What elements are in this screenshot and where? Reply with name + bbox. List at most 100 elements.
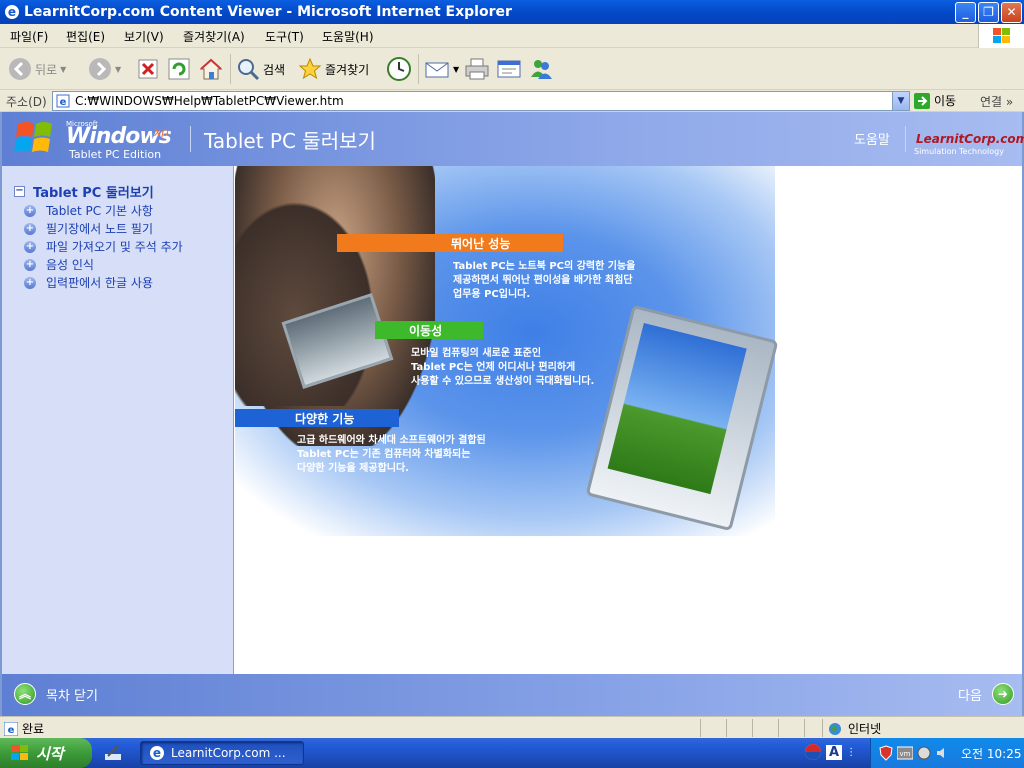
windows-flag-icon bbox=[978, 24, 1024, 48]
taskbar-button-ie[interactable]: e LearnitCorp.com ... bbox=[140, 741, 304, 765]
favorites-button[interactable]: 즐겨찾기 bbox=[298, 54, 369, 84]
toc-item-label: 입력판에서 한글 사용 bbox=[46, 276, 153, 290]
search-icon bbox=[238, 59, 260, 81]
home-icon bbox=[199, 58, 223, 80]
back-arrow-icon bbox=[9, 58, 31, 80]
toc-root-item[interactable]: − Tablet PC 둘러보기 bbox=[14, 182, 154, 201]
next-button[interactable]: 다음 ➜ bbox=[958, 683, 1014, 705]
edition-label: Tablet PC Edition bbox=[69, 148, 162, 161]
messenger-button[interactable] bbox=[528, 54, 554, 84]
expand-icon: + bbox=[24, 240, 36, 253]
desc-line: 다양한 기능을 제공합니다. bbox=[297, 463, 409, 474]
forward-button[interactable]: ▼ bbox=[88, 54, 121, 84]
menu-help[interactable]: 도움말(H) bbox=[322, 28, 374, 45]
clock: 오전 10:25 bbox=[961, 746, 1022, 761]
desc-line: 모바일 컴퓨팅의 새로운 표준인 bbox=[411, 348, 542, 359]
svg-text:e: e bbox=[60, 97, 67, 108]
toc-item-basics[interactable]: + Tablet PC 기본 사항 bbox=[24, 202, 153, 219]
forward-dropdown-icon[interactable]: ▼ bbox=[115, 65, 121, 74]
print-button[interactable] bbox=[464, 54, 490, 84]
right-arrow-icon: ➜ bbox=[991, 683, 1014, 705]
page-done-icon: e bbox=[4, 721, 18, 736]
quick-launch-pen-icon[interactable] bbox=[104, 744, 122, 762]
history-button[interactable] bbox=[386, 54, 412, 84]
expand-icon: + bbox=[24, 204, 36, 217]
taskbar: 시작 e LearnitCorp.com ... A ⋮ vm 오전 10:25 bbox=[0, 738, 1024, 768]
favorites-label: 즐겨찾기 bbox=[325, 62, 370, 77]
globe-icon bbox=[829, 722, 841, 735]
start-label: 시작 bbox=[36, 744, 64, 763]
close-button[interactable]: ✕ bbox=[1001, 2, 1022, 23]
feature-desc-features: 고급 하드웨어와 차세대 소프트웨어가 결합된 Tablet PC는 기존 컴퓨… bbox=[297, 434, 486, 476]
mail-icon bbox=[425, 62, 449, 78]
windows-xp-logo: Microsoft Windows xp Tablet PC Edition bbox=[14, 116, 174, 162]
zone-text: 인터넷 bbox=[848, 722, 882, 736]
mail-button[interactable]: ▼ bbox=[424, 54, 459, 84]
minimize-button[interactable]: _ bbox=[955, 2, 976, 23]
feature-desc-mobility: 모바일 컴퓨팅의 새로운 표준인 Tablet PC는 언제 어디서나 편리하게… bbox=[411, 347, 594, 389]
links-more-icon: » bbox=[1005, 95, 1014, 109]
star-icon bbox=[298, 57, 322, 80]
toc-item-import[interactable]: + 파일 가져오기 및 주석 추가 bbox=[24, 238, 183, 255]
search-button[interactable]: 검색 bbox=[236, 54, 285, 84]
windows-flag-logo-icon bbox=[14, 122, 52, 152]
menu-file[interactable]: 파일(F) bbox=[10, 28, 48, 45]
collapse-icon[interactable]: − bbox=[14, 186, 25, 197]
toc-item-label: Tablet PC 기본 사항 bbox=[46, 204, 153, 218]
go-button[interactable]: 이동 bbox=[914, 92, 956, 109]
desc-line: 제공하면서 뛰어난 편이성을 배가한 최첨단 bbox=[453, 275, 633, 286]
page-icon: e bbox=[56, 94, 70, 108]
back-dropdown-icon[interactable]: ▼ bbox=[60, 65, 66, 74]
links-button[interactable]: 연결 » bbox=[980, 93, 1013, 110]
ime-bar: A ⋮ bbox=[804, 743, 856, 761]
speaker-icon[interactable] bbox=[935, 746, 949, 760]
refresh-icon bbox=[168, 58, 190, 80]
network-icon[interactable] bbox=[917, 746, 931, 760]
back-button[interactable]: 뒤로 ▼ bbox=[8, 54, 66, 84]
toc-item-input-panel[interactable]: + 입력판에서 한글 사용 bbox=[24, 274, 153, 291]
menu-view[interactable]: 보기(V) bbox=[124, 28, 164, 45]
tablet-pc-image bbox=[585, 304, 779, 532]
ime-mode[interactable]: A bbox=[826, 744, 843, 760]
address-input[interactable]: e C:₩WINDOWS₩Help₩TabletPC₩Viewer.htm ▼ bbox=[52, 91, 910, 111]
stop-button[interactable] bbox=[138, 54, 158, 84]
header-divider bbox=[190, 126, 191, 152]
status-bar: e 완료 인터넷 bbox=[0, 716, 1024, 738]
system-tray: vm 오전 10:25 bbox=[870, 738, 1024, 768]
taskbar-button-label: LearnitCorp.com ... bbox=[171, 746, 286, 760]
viewer-footer: ︽ 목차 닫기 다음 ➜ bbox=[2, 674, 1022, 716]
viewer-header: Microsoft Windows xp Tablet PC Edition T… bbox=[2, 112, 1024, 166]
vmware-icon[interactable]: vm bbox=[897, 746, 913, 760]
mail-dropdown-icon[interactable]: ▼ bbox=[453, 65, 459, 74]
restore-button[interactable]: ❐ bbox=[978, 2, 999, 23]
edit-button[interactable] bbox=[496, 54, 522, 84]
menu-tools[interactable]: 도구(T) bbox=[265, 28, 304, 45]
svg-text:e: e bbox=[153, 746, 161, 760]
close-toc-button[interactable]: ︽ 목차 닫기 bbox=[14, 683, 98, 705]
header-divider bbox=[905, 126, 906, 152]
svg-text:vm: vm bbox=[900, 750, 911, 758]
expand-icon: + bbox=[24, 276, 36, 289]
expand-icon: + bbox=[24, 222, 36, 235]
toc-item-speech[interactable]: + 음성 인식 bbox=[24, 256, 94, 273]
toc-item-label: 파일 가져오기 및 주석 추가 bbox=[46, 240, 183, 254]
feature-banner-mobility: 이동성 bbox=[375, 321, 483, 339]
svg-text:e: e bbox=[8, 5, 16, 19]
edit-page-icon bbox=[497, 60, 521, 78]
xp-label: xp bbox=[154, 125, 169, 139]
toolbar: 뒤로 ▼ ▼ 검색 즐겨찾기 ▼ bbox=[0, 48, 1024, 90]
address-dropdown-icon[interactable]: ▼ bbox=[892, 92, 909, 110]
desc-line: 업무용 PC입니다. bbox=[453, 289, 531, 300]
korean-ime-icon[interactable] bbox=[804, 743, 822, 761]
security-shield-icon[interactable] bbox=[879, 745, 893, 761]
svg-text:e: e bbox=[8, 725, 15, 736]
menu-edit[interactable]: 편집(E) bbox=[66, 28, 105, 45]
toc-sidebar: − Tablet PC 둘러보기 + Tablet PC 기본 사항 + 필기장… bbox=[2, 166, 234, 674]
refresh-button[interactable] bbox=[168, 54, 190, 84]
help-link[interactable]: 도움말 bbox=[854, 129, 890, 148]
ime-options-icon[interactable]: ⋮ bbox=[846, 747, 856, 758]
toc-item-journal[interactable]: + 필기장에서 노트 필기 bbox=[24, 220, 153, 237]
start-button[interactable]: 시작 bbox=[0, 738, 92, 768]
menu-favorites[interactable]: 즐겨찾기(A) bbox=[183, 28, 245, 45]
home-button[interactable] bbox=[198, 54, 224, 84]
